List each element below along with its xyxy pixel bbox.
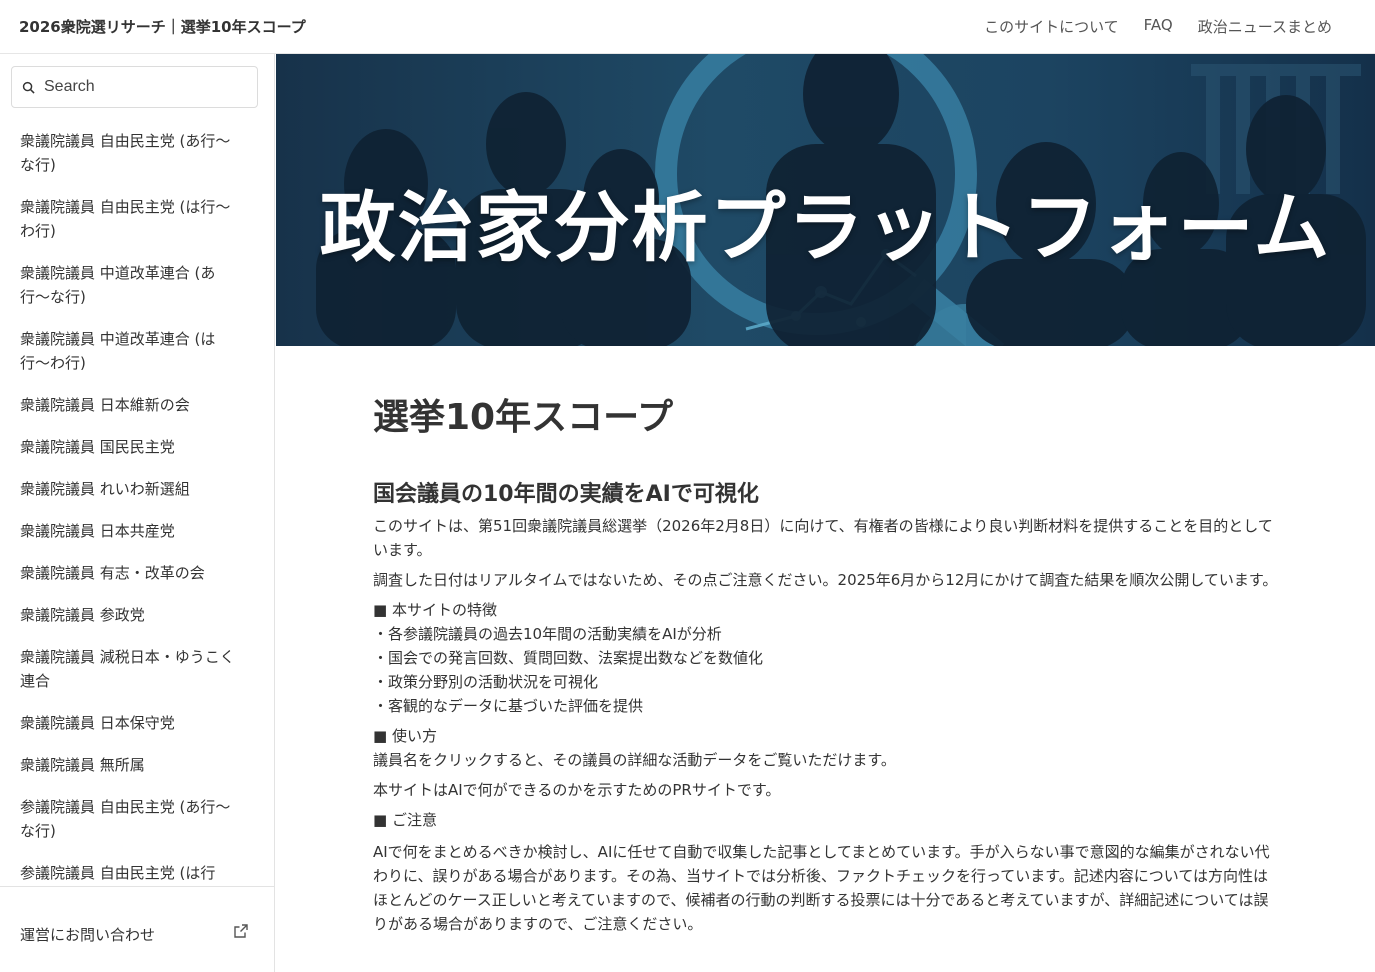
site-title[interactable]: 2026衆院選リサーチ｜選挙10年スコープ <box>19 16 306 37</box>
usage-paragraph: 議員名をクリックすると、その議員の詳細な活動データをご覧いただけます。 <box>373 751 896 769</box>
top-bar: 2026衆院選リサーチ｜選挙10年スコープ このサイトについて FAQ 政治ニュ… <box>0 0 1375 54</box>
sidebar-footer: 運営にお問い合わせ <box>0 886 274 972</box>
search-input[interactable] <box>44 78 234 96</box>
sidebar-item[interactable]: 衆議院議員 参政党 <box>0 594 274 636</box>
sidebar-item[interactable]: 衆議院議員 自由民主党 (は行〜わ行) <box>0 186 274 252</box>
page-title: 選挙10年スコープ <box>373 397 673 438</box>
sidebar-item[interactable]: 衆議院議員 中道改革連合 (は行〜わ行) <box>0 318 274 384</box>
date-notice-paragraph: 調査した日付はリアルタイムではないため、その点ご注意ください。2025年6月から… <box>373 571 1278 589</box>
sidebar: 衆議院議員 自由民主党 (あ行〜な行) 衆議院議員 自由民主党 (は行〜わ行) … <box>0 54 275 972</box>
intro-paragraph: このサイトは、第51回衆議院議員総選挙（2026年2月8日）に向けて、有権者の皆… <box>373 517 1273 559</box>
sidebar-item[interactable]: 参議院議員 自由民主党 (あ行〜な行) <box>0 786 274 852</box>
main-content: 選挙10年スコープ 国会議員の10年間の実績をAIで可視化 このサイトは、第51… <box>373 346 1283 936</box>
caution-heading: ■ ご注意 <box>373 811 437 829</box>
sidebar-item[interactable]: 参議院議員 自由民主党 (は行 <box>0 852 274 886</box>
caution-paragraph: AIで何をまとめるべきか検討し、AIに任せて自動で収集した記事としてまとめていま… <box>373 843 1270 933</box>
list-item: ・客観的なデータに基づいた評価を提供 <box>373 697 644 715</box>
top-nav: このサイトについて FAQ 政治ニュースまとめ <box>984 16 1332 37</box>
pr-paragraph: 本サイトはAIで何ができるのかを示すためのPRサイトです。 <box>373 781 781 799</box>
nav-faq-link[interactable]: FAQ <box>1144 16 1173 37</box>
list-item: ・各参議院議員の過去10年間の活動実績をAIが分析 <box>373 625 722 643</box>
contact-link[interactable]: 運営にお問い合わせ <box>20 924 155 945</box>
features-list: ・各参議院議員の過去10年間の活動実績をAIが分析 ・国会での発言回数、質問回数… <box>373 622 1283 718</box>
sidebar-item[interactable]: 衆議院議員 中道改革連合 (あ行〜な行) <box>0 252 274 318</box>
sidebar-item[interactable]: 衆議院議員 日本維新の会 <box>0 384 274 426</box>
usage-heading: ■ 使い方 <box>373 727 437 745</box>
nav-news-link[interactable]: 政治ニュースまとめ <box>1198 16 1332 37</box>
sidebar-item[interactable]: 衆議院議員 有志・改革の会 <box>0 552 274 594</box>
search-icon <box>22 81 35 94</box>
sidebar-item[interactable]: 衆議院議員 自由民主党 (あ行〜な行) <box>0 120 274 186</box>
sidebar-item[interactable]: 衆議院議員 れいわ新選組 <box>0 468 274 510</box>
hero-title: 政治家分析プラットフォーム <box>319 183 1332 272</box>
nav-about-link[interactable]: このサイトについて <box>984 16 1119 37</box>
hero-banner: 政治家分析プラットフォーム <box>276 54 1375 346</box>
features-heading: ■ 本サイトの特徴 <box>373 601 497 619</box>
list-item: ・国会での発言回数、質問回数、法案提出数などを数値化 <box>373 649 764 667</box>
sidebar-item[interactable]: 衆議院議員 無所属 <box>0 744 274 786</box>
sidebar-item[interactable]: 衆議院議員 減税日本・ゆうこく連合 <box>0 636 274 702</box>
sidebar-nav: 衆議院議員 自由民主党 (あ行〜な行) 衆議院議員 自由民主党 (は行〜わ行) … <box>0 120 274 886</box>
sidebar-item[interactable]: 衆議院議員 国民民主党 <box>0 426 274 468</box>
sidebar-item[interactable]: 衆議院議員 日本共産党 <box>0 510 274 552</box>
search-box[interactable] <box>11 66 258 108</box>
sidebar-item[interactable]: 衆議院議員 日本保守党 <box>0 702 274 744</box>
list-item: ・政策分野別の活動状況を可視化 <box>373 673 599 691</box>
external-link-icon[interactable] <box>234 924 248 938</box>
section-title: 国会議員の10年間の実績をAIで可視化 <box>373 482 759 507</box>
